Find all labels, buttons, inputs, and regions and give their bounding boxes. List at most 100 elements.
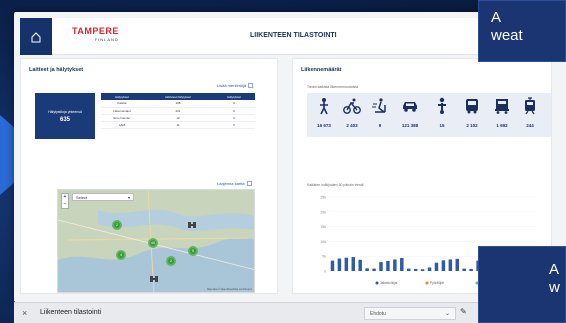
chevron-down-icon: ⌄: [444, 311, 450, 317]
bicycle-icon: [343, 98, 361, 114]
chart-bar[interactable]: [434, 262, 439, 271]
banner-line: A: [491, 9, 502, 26]
count-value: 9: [378, 123, 382, 128]
chart-bar[interactable]: [462, 268, 466, 271]
map-cluster-marker[interactable]: 2: [112, 220, 122, 230]
zoom-in-button[interactable]: +: [62, 194, 68, 201]
table-row[interactable]: Liikennevalot 221 0: [101, 107, 255, 115]
chart-bar[interactable]: [448, 259, 453, 271]
table-cell: Kaistat: [101, 100, 143, 108]
count-truck[interactable]: 1 692: [489, 97, 515, 128]
y-tick-label: 0: [324, 270, 326, 274]
chart-bar[interactable]: [330, 260, 335, 271]
promo-banner-top: A weat: [478, 0, 566, 62]
map-cluster-marker[interactable]: 5: [188, 246, 198, 256]
expand-map-link[interactable]: Laajenna kartta: [217, 181, 252, 186]
chart-bar[interactable]: [400, 257, 404, 271]
chart-bar[interactable]: [372, 268, 376, 271]
count-motorcycle[interactable]: 15: [429, 97, 455, 128]
y-tick-label: 10k: [320, 240, 326, 244]
view-dropdown[interactable]: Ehdotu ⌄: [364, 307, 456, 320]
table-cell: 12: [142, 114, 214, 122]
map-cluster-marker[interactable]: 4: [116, 250, 126, 260]
table-cell: 0: [213, 121, 255, 129]
y-tick-label: 5k: [322, 255, 326, 259]
table-header[interactable]: Aktiiviset hälytykset: [142, 93, 214, 100]
traffic-section-title: Liikennemäärät: [301, 67, 342, 73]
devices-section-title: Laitteet ja hälytykset: [29, 67, 84, 73]
table-cell: Eco-Counter: [101, 114, 143, 122]
legend-label[interactable]: Pyöräilijät: [430, 281, 444, 285]
y-tick-label: 20k: [320, 210, 326, 214]
count-car[interactable]: 121 388: [397, 97, 423, 128]
edit-icon[interactable]: ✎: [460, 307, 467, 316]
chart-bar[interactable]: [427, 267, 432, 271]
tram-icon: [525, 97, 535, 115]
chart-bar[interactable]: [407, 268, 411, 271]
table-row[interactable]: Kaistat 108 0: [101, 100, 255, 108]
home-button[interactable]: [20, 18, 52, 55]
city-logo[interactable]: TAMPERE FINLAND: [72, 26, 119, 42]
banner-line: weat: [491, 27, 523, 44]
table-header[interactable]: Hälytykset: [101, 93, 143, 100]
count-scooter[interactable]: 9: [367, 97, 393, 128]
map-cluster-marker[interactable]: 40: [148, 238, 158, 248]
count-value: 2 102: [466, 123, 478, 128]
zoom-out-button[interactable]: −: [62, 201, 68, 208]
table-cell: LAM: [101, 121, 143, 129]
table-cell: 11: [142, 121, 214, 129]
legend-label[interactable]: Jalankulkijat: [380, 281, 397, 285]
camera-marker-icon[interactable]: [188, 222, 196, 228]
table-cell: Liikennevalot: [101, 107, 143, 115]
close-icon[interactable]: ×: [22, 308, 27, 318]
scooter-icon: [372, 98, 386, 113]
chart-bar[interactable]: [379, 262, 383, 271]
chart-bar[interactable]: [420, 269, 425, 271]
dropdown-value: Ehdotu: [370, 311, 386, 317]
bottom-bar-title: Liikenteen tilastointi: [40, 309, 102, 316]
chart-bar[interactable]: [441, 260, 446, 271]
count-tram[interactable]: 244: [517, 97, 543, 128]
motorcycle-icon: [438, 97, 446, 114]
map-layer-select[interactable]: Select ▾: [72, 193, 134, 201]
table-row[interactable]: Eco-Counter 12 0: [101, 114, 255, 122]
pedestrian-icon: [320, 98, 328, 115]
external-link-icon: [248, 83, 253, 88]
count-pedestrian[interactable]: 16 673: [311, 97, 337, 128]
chart-bar[interactable]: [386, 260, 390, 271]
chart-bar[interactable]: [413, 268, 418, 271]
count-bus[interactable]: 2 102: [459, 97, 485, 128]
chart-bar[interactable]: [365, 268, 369, 271]
table-row[interactable]: LAM 11 0: [101, 121, 255, 129]
chart-bar[interactable]: [337, 258, 342, 271]
external-link-icon: [246, 181, 252, 186]
alarm-summary-card: Hälytystiloja yhteensä 635: [35, 93, 95, 139]
logo-subtext: FINLAND: [94, 37, 119, 42]
device-map[interactable]: + − Select ▾ 2 4 40 2 5 Map data © OpenS…: [57, 189, 255, 293]
devices-panel: Laitteet ja hälytykset Lisää merkintöjä …: [20, 58, 278, 294]
home-icon: [31, 31, 41, 42]
chart-bar[interactable]: [393, 259, 397, 271]
table-cell: 221: [142, 107, 214, 115]
add-notes-link[interactable]: Lisää merkintöjä: [217, 83, 253, 88]
traffic-subtitle: Tiedot kaikista liikennemuodoista: [307, 85, 359, 89]
count-bicycle[interactable]: 2 403: [339, 97, 365, 128]
chart-bar[interactable]: [351, 257, 355, 271]
table-cell: 0: [213, 107, 255, 115]
chart-bar[interactable]: [455, 258, 459, 271]
table-cell: 0: [213, 114, 255, 122]
logo-text: TAMPERE: [72, 26, 119, 36]
expand-map-label: Laajenna kartta: [217, 181, 245, 186]
chart-bar[interactable]: [344, 257, 349, 271]
chart-bar[interactable]: [469, 268, 473, 271]
table-header[interactable]: Hälytykset: [213, 93, 255, 100]
traffic-counts: 16 673 2 403 9 121 388 15 2 102 1 692 24…: [307, 93, 551, 137]
alarm-summary-count: 635: [59, 116, 70, 123]
chart-bar[interactable]: [358, 259, 362, 271]
bus-icon: [466, 99, 478, 114]
camera-marker-icon[interactable]: [150, 276, 158, 282]
bottom-bar: × Liikenteen tilastointi Ehdotu ⌄ ✎: [14, 302, 478, 323]
map-cluster-marker[interactable]: 2: [166, 256, 176, 266]
car-icon: [403, 102, 417, 112]
count-value: 121 388: [401, 123, 419, 128]
